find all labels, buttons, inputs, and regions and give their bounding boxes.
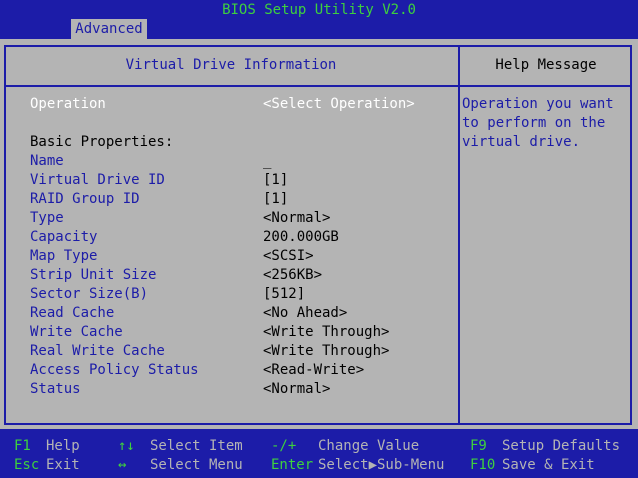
property-value: <256KB> — [263, 267, 323, 283]
property-value: [1] — [263, 191, 289, 207]
property-label: RAID Group ID — [30, 191, 140, 207]
leftright-desc: Select Menu — [150, 457, 243, 473]
esc-key: Esc — [14, 457, 40, 473]
property-value: [512] — [263, 286, 306, 302]
property-label: Type — [30, 210, 64, 226]
help-message-text: Operation you want to perform on the vir… — [462, 96, 614, 150]
f10-desc: Save & Exit — [502, 457, 595, 473]
esc-desc: Exit — [46, 457, 80, 473]
property-value: 200.000GB — [263, 229, 339, 245]
property-label: Virtual Drive ID — [30, 172, 165, 188]
up-down-arrows-icon: ↑↓ — [118, 438, 135, 454]
property-label: Name — [30, 153, 64, 169]
property-value: [1] — [263, 172, 289, 188]
property-label: Map Type — [30, 248, 98, 264]
property-label: Status — [30, 381, 81, 397]
plusminus-desc: Change Value — [318, 438, 420, 454]
panel-title: Virtual Drive Information — [125, 57, 337, 73]
enter-key: Enter — [271, 457, 314, 473]
property-value: <Write Through> — [263, 324, 390, 340]
property-value: <Normal> — [263, 210, 331, 226]
vertical-divider — [458, 45, 460, 425]
bios-title: BIOS Setup Utility V2.0 — [222, 2, 416, 18]
updown-desc: Select Item — [150, 438, 243, 454]
property-label: Strip Unit Size — [30, 267, 157, 283]
operation-label: Operation — [30, 96, 106, 112]
property-label: Access Policy Status — [30, 362, 199, 378]
footer-keybar: F1 Help Esc Exit ↑↓ Select Item ↔ Select… — [0, 429, 638, 478]
main-panel: Virtual Drive Information Help Message O… — [0, 39, 638, 429]
property-label: Capacity — [30, 229, 98, 245]
horizontal-divider — [4, 85, 632, 87]
f1-key: F1 — [14, 438, 31, 454]
operation-value[interactable]: <Select Operation> — [263, 95, 415, 114]
help-title: Help Message — [495, 57, 597, 73]
property-value: <Write Through> — [263, 343, 390, 359]
property-label: Real Write Cache — [30, 343, 165, 359]
property-label: Sector Size(B) — [30, 286, 149, 302]
property-label: Read Cache — [30, 305, 115, 321]
plus-minus-key: -/+ — [271, 438, 297, 454]
enter-desc: Select▶Sub-Menu — [318, 457, 445, 473]
f9-desc: Setup Defaults — [502, 438, 621, 454]
section-title: Basic Properties: — [30, 134, 174, 150]
f9-key: F9 — [470, 438, 487, 454]
property-value: <Normal> — [263, 381, 331, 397]
property-label: Write Cache — [30, 324, 123, 340]
property-value: <No Ahead> — [263, 305, 348, 321]
property-value: <SCSI> — [263, 248, 314, 264]
property-value: <Read-Write> — [263, 362, 365, 378]
f1-desc: Help — [46, 438, 80, 454]
property-value: _ — [263, 153, 272, 169]
f10-key: F10 — [470, 457, 496, 473]
tab-advanced[interactable]: Advanced — [71, 19, 147, 39]
left-right-arrows-icon: ↔ — [118, 457, 127, 473]
